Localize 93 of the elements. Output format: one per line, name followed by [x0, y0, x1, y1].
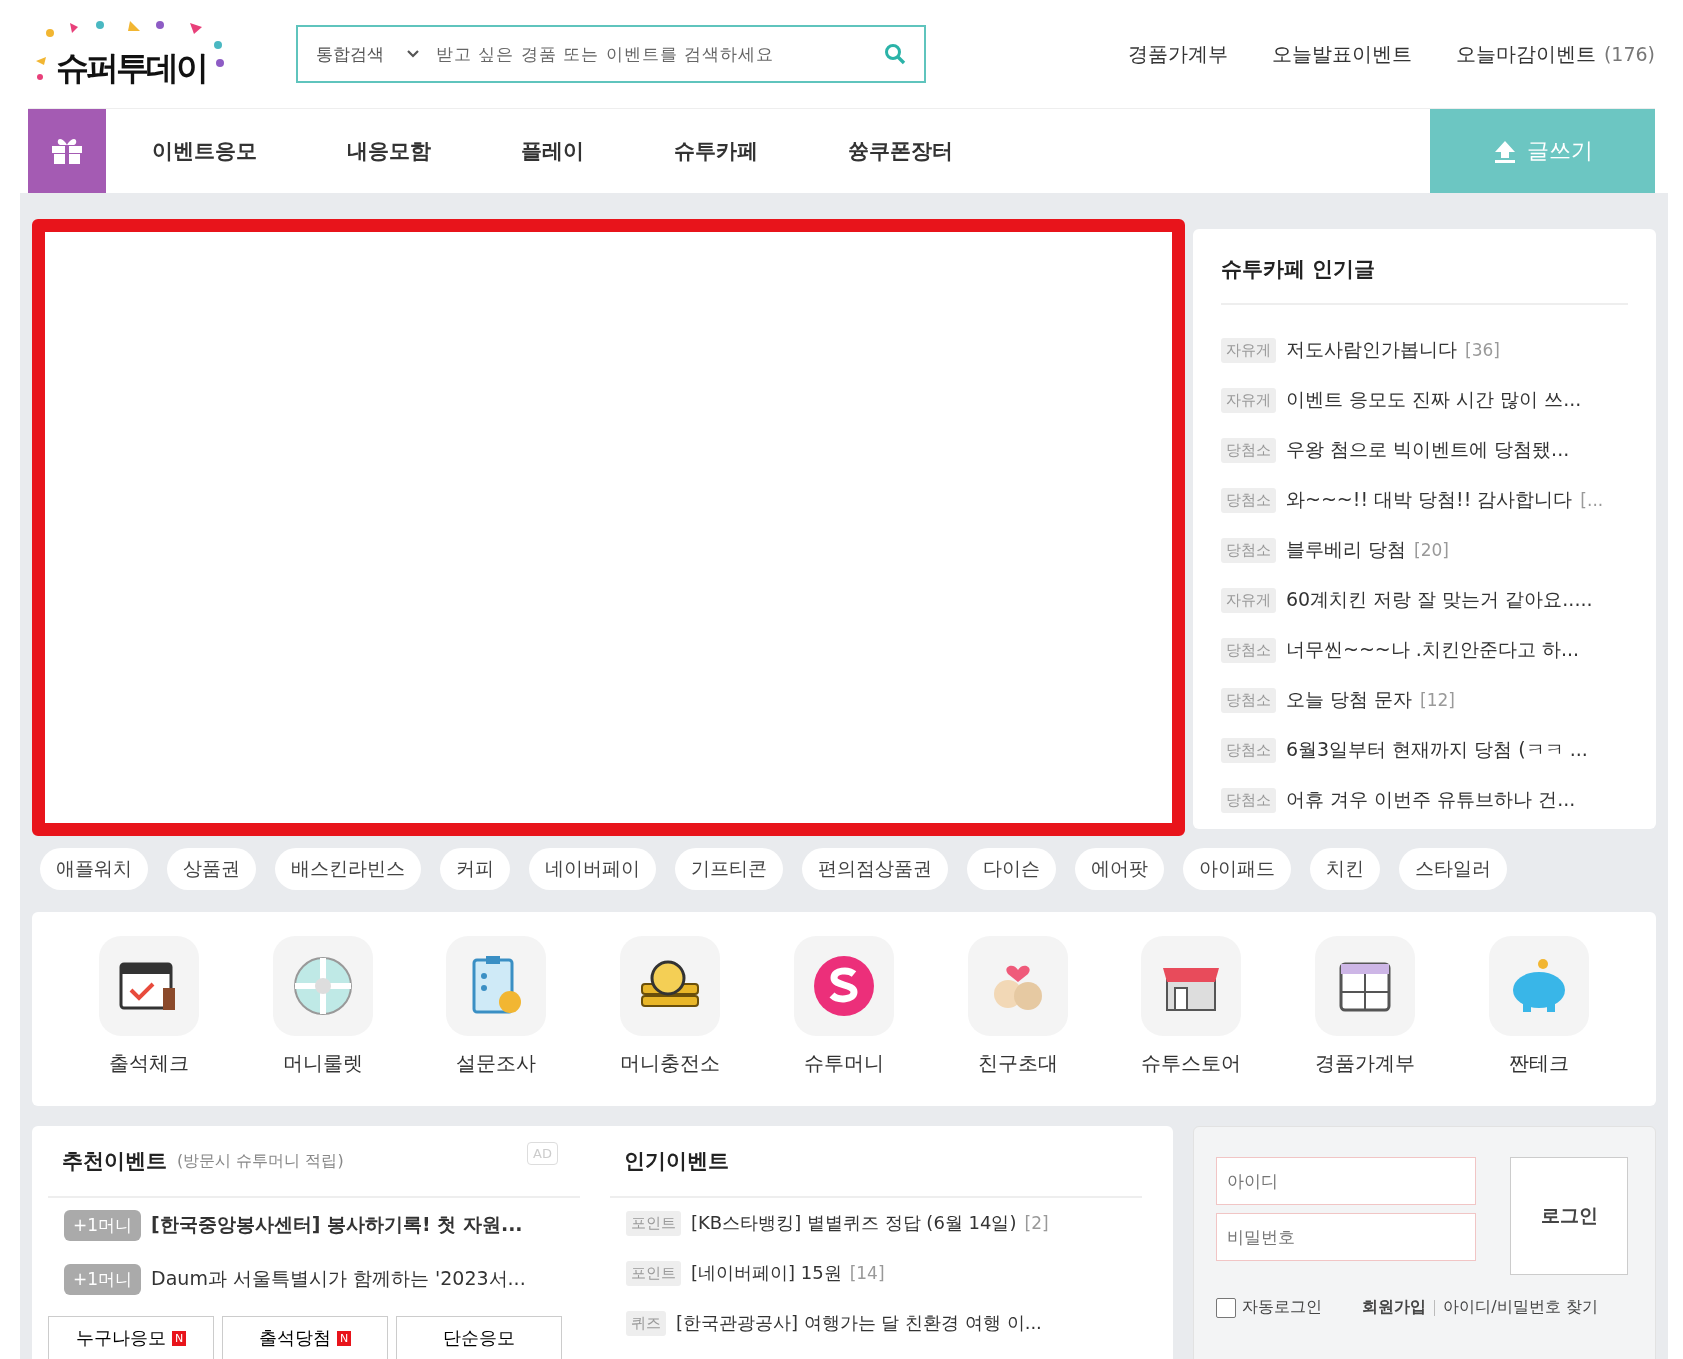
category-tag: 당첨소 — [1221, 737, 1276, 763]
comment-count: [12] — [1420, 690, 1455, 710]
keyword-chip[interactable]: 스타일러 — [1399, 848, 1507, 890]
new-badge: N — [171, 1330, 187, 1346]
keyword-chip[interactable]: 애플워치 — [40, 848, 148, 890]
category-tag: 당첨소 — [1221, 787, 1276, 813]
quick-menu-label[interactable]: 머니룰렛 — [282, 1050, 363, 1077]
event-filter-button[interactable]: 단순응모 — [396, 1316, 562, 1359]
quick-menu-icon[interactable] — [620, 936, 721, 1036]
post-link[interactable]: 와~~~!! 대박 당첨!! 감사합니다 — [1286, 487, 1573, 513]
event-link[interactable]: Daum과 서울특별시가 함께하는 '2023서... — [151, 1266, 526, 1292]
card-title: 슈투카페 인기글 — [1221, 229, 1628, 305]
keyword-chip[interactable]: 편의점상품권 — [802, 848, 948, 890]
event-filter-button[interactable]: 출석당첨 N — [222, 1316, 388, 1359]
password-field[interactable]: 비밀번호 — [1216, 1213, 1477, 1261]
search-icon[interactable] — [884, 43, 906, 65]
nav-item[interactable]: 슈투카페 — [674, 137, 758, 165]
nav-item[interactable]: 내응모함 — [347, 137, 431, 165]
event-link[interactable]: [KB스타뱅킹] 볕볕퀴즈 정답 (6월 14일) — [691, 1211, 1017, 1235]
keyword-chip[interactable]: 기프티콘 — [675, 848, 783, 890]
quick-menu-icon[interactable] — [1141, 936, 1242, 1036]
reward-badge: +1머니 — [64, 1209, 142, 1241]
post-link[interactable]: 어휴 겨우 이번주 유튜브하나 건... — [1286, 787, 1576, 813]
logo[interactable]: 슈퍼투데이 — [30, 15, 244, 93]
post-link[interactable]: 오늘 당첨 문자 — [1286, 687, 1413, 713]
quick-menu-label[interactable]: 출석체크 — [108, 1050, 189, 1077]
signup-link[interactable]: 회원가입 — [1362, 1297, 1427, 1318]
chevron-down-icon — [406, 49, 420, 59]
quick-menu-icon[interactable] — [98, 936, 199, 1036]
category-tag: 자유게 — [1221, 387, 1276, 413]
quick-menu-label[interactable]: 경품가계부 — [1315, 1050, 1416, 1077]
section-title: 인기이벤트 — [624, 1148, 729, 1175]
keyword-chip[interactable]: 치킨 — [1310, 848, 1380, 890]
keyword-chip[interactable]: 에어팟 — [1075, 848, 1164, 890]
quick-menu-label[interactable]: 설문조사 — [456, 1050, 537, 1077]
quick-menu-icon[interactable] — [1315, 936, 1416, 1036]
keyword-chip[interactable]: 네이버페이 — [529, 848, 656, 890]
post-link[interactable]: 저도사람인가봅니다 — [1286, 337, 1457, 363]
post-link[interactable]: 이벤트 응모도 진짜 시간 많이 쓰... — [1286, 387, 1582, 413]
reward-badge: +1머니 — [64, 1263, 142, 1295]
nav-item[interactable]: 이벤트응모 — [152, 137, 257, 165]
event-link[interactable]: [한국중앙봉사센터] 봉사하기록! 첫 자원... — [151, 1212, 523, 1238]
gift-button[interactable] — [28, 109, 106, 193]
category-tag: 자유게 — [1221, 337, 1276, 363]
login-button[interactable]: 로그인 — [1510, 1157, 1629, 1275]
comment-count: [... — [1580, 490, 1604, 510]
section-subtitle: (방문시 슈투머니 적립) — [177, 1150, 344, 1172]
category-tag: 당첨소 — [1221, 637, 1276, 663]
checkbox[interactable] — [1216, 1297, 1237, 1318]
category-tag: 퀴즈 — [626, 1310, 666, 1336]
event-link[interactable]: [네이버페이] 15원 — [691, 1261, 842, 1285]
top-link[interactable]: 경품가계부 — [1127, 40, 1228, 68]
post-link[interactable]: 블루베리 당첨 — [1286, 537, 1407, 563]
find-account-link[interactable]: 아이디/비밀번호 찾기 — [1443, 1297, 1598, 1318]
quick-menu-label[interactable]: 슈투스토어 — [1141, 1050, 1242, 1077]
search-scope-dropdown[interactable]: 통합검색 — [316, 42, 420, 66]
checkbox-label[interactable]: 자동로그인 — [1242, 1297, 1323, 1318]
post-link[interactable]: 6월3일부터 현재까지 당첨 (ㅋㅋ ... — [1286, 737, 1588, 763]
comment-count: [20] — [1414, 540, 1449, 560]
keyword-chip[interactable]: 다이슨 — [967, 848, 1056, 890]
keyword-chip[interactable]: 상품권 — [167, 848, 256, 890]
quick-menu-label[interactable]: 친구초대 — [977, 1050, 1058, 1077]
upload-arrow-icon — [1492, 139, 1517, 163]
nav-item[interactable]: 쓩쿠폰장터 — [848, 137, 953, 165]
quick-menu-label[interactable]: 슈투머니 — [803, 1050, 884, 1077]
keyword-chip[interactable]: 커피 — [440, 848, 510, 890]
search-field[interactable]: 통합검색 받고 싶은 경품 또는 이벤트를 검색하세요 — [296, 25, 926, 83]
post-link[interactable]: 우왕 첨으로 빅이벤트에 당첨됐... — [1286, 437, 1570, 463]
category-tag: 당첨소 — [1221, 487, 1276, 513]
category-tag: 당첨소 — [1221, 537, 1276, 563]
category-tag: 당첨소 — [1221, 687, 1276, 713]
gift-icon — [50, 137, 84, 165]
new-badge: N — [336, 1330, 352, 1346]
top-link[interactable]: 오늘마감이벤트 (176) — [1455, 40, 1655, 68]
category-tag: 당첨소 — [1221, 437, 1276, 463]
keyword-chip[interactable]: 배스킨라빈스 — [275, 848, 421, 890]
comment-count: [36] — [1465, 340, 1500, 360]
top-link[interactable]: 오늘발표이벤트 — [1271, 40, 1412, 68]
id-field[interactable]: 아이디 — [1216, 1157, 1477, 1205]
quick-menu-label[interactable]: 머니충전소 — [620, 1050, 721, 1077]
quick-menu-label[interactable]: 짠테크 — [1509, 1050, 1569, 1077]
comment-count: [2] — [1024, 1213, 1049, 1233]
keyword-chip[interactable]: 아이패드 — [1183, 848, 1291, 890]
category-tag: 포인트 — [626, 1210, 681, 1236]
section-title: 추천이벤트 — [62, 1148, 167, 1175]
post-link[interactable]: 너무씬~~~나 .치킨안준다고 하... — [1286, 637, 1579, 663]
category-tag: 포인트 — [626, 1260, 681, 1286]
category-tag: 자유게 — [1221, 587, 1276, 613]
event-filter-button[interactable]: 누구나응모 N — [48, 1316, 214, 1359]
nav-item[interactable]: 플레이 — [521, 137, 584, 165]
event-link[interactable]: [한국관광공사] 여행가는 달 친환경 여행 이... — [676, 1311, 1042, 1335]
comment-count: [14] — [849, 1263, 885, 1283]
post-link[interactable]: 60계치킨 저랑 잘 맞는거 같아요..... — [1286, 587, 1593, 613]
